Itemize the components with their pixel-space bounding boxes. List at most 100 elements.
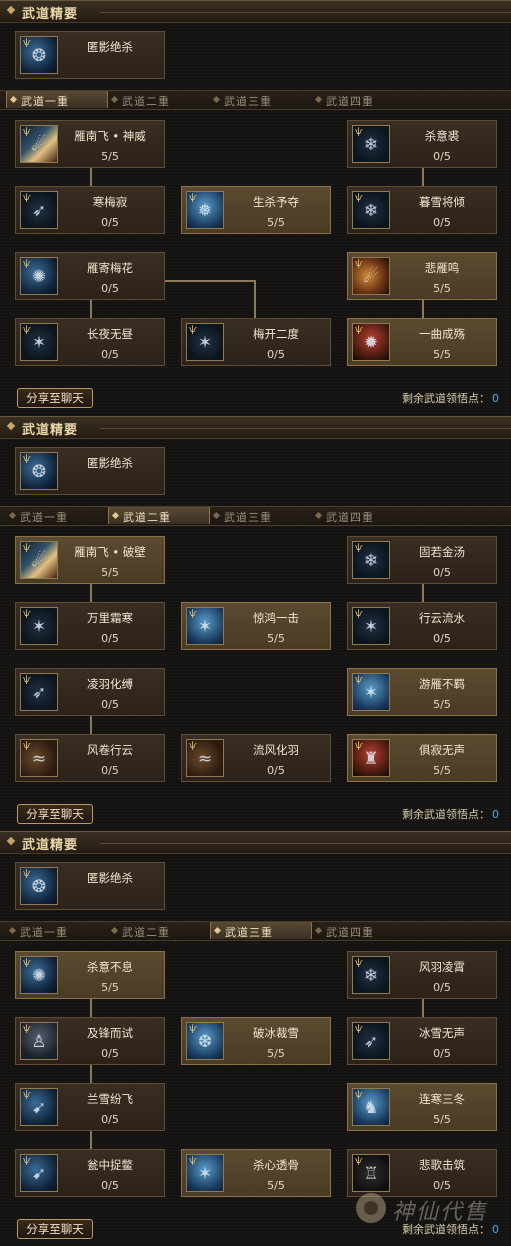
fire-comet-icon-glyph: ☄ [363,267,379,287]
skill-level: 5/5 [433,698,451,711]
skill-panel: 武道精要 ѱ ❂ 匿影绝杀 武道一重 武道二重 武道三重 武道四重 ѱ ☄ 雁南飞 • 神威 5/5 ѱ… [0,0,511,415]
skill-card[interactable]: ѱ ❄ 固若金汤 0/5 [347,536,497,584]
share-to-chat-button[interactable]: 分享至聊天 [17,1219,93,1239]
skill-name: 悲雁鸣 [424,261,460,275]
tab-tier-4[interactable]: 武道四重 [312,91,412,108]
skill-card[interactable]: ѱ ☄ 雁南飞 • 神威 5/5 [15,120,165,168]
tab-label: 武道四重 [326,926,374,939]
frost-wolf-icon: ѱ ❄ [352,191,390,229]
section-header: 武道精要 [0,416,511,439]
tab-tier-2[interactable]: 武道二重 [108,91,208,108]
skill-card[interactable]: ѱ ✺ 杀意不息 5/5 [15,951,165,999]
tab-tier-2[interactable]: 武道二重 [108,922,208,939]
ice-golem-icon-glyph: ♞ [363,1098,379,1118]
skill-card[interactable]: ѱ ➹ 兰雪纷飞 0/5 [15,1083,165,1131]
skill-card[interactable]: ѱ ➹ 瓮中捉鳖 0/5 [15,1149,165,1197]
skill-card[interactable]: ѱ ♙ 及锋而试 0/5 [15,1017,165,1065]
connector-line [422,300,424,318]
whirlwind-icon: ѱ ≈ [20,739,58,777]
skill-card[interactable]: ѱ ✶ 游雁不羁 5/5 [347,668,497,716]
skill-card[interactable]: ѱ ✶ 行云流水 0/5 [347,602,497,650]
feather-icon-glyph: ➶ [363,1032,379,1052]
share-to-chat-button[interactable]: 分享至聊天 [17,804,93,824]
skill-panel: 武道精要 ѱ ❂ 匿影绝杀武道一重 武道二重 武道三重 武道四重 ѱ ✺ 杀意不息 5/5 ѱ ❄ 风羽凌… [0,831,511,1246]
skill-card[interactable]: ѱ ✶ 万里霜寒 0/5 [15,602,165,650]
skill-card[interactable]: ѱ ☄ 悲雁鸣 5/5 [347,252,497,300]
ice-claw-icon: ѱ ✶ [352,673,390,711]
skill-level: 0/5 [433,150,451,163]
skill-name: 俱寂无声 [419,743,465,757]
skill-name: 行云流水 [419,611,465,625]
skill-card[interactable]: ѱ ❄ 风羽凌霄 0/5 [347,951,497,999]
connector-line [90,716,92,734]
essence-icon: ѱ ❂ [20,36,58,74]
tab-diamond-icon [314,926,323,935]
tab-tier-2[interactable]: 武道二重 [108,507,210,524]
skill-card[interactable]: ѱ ✶ 杀心透骨 5/5 [181,1149,331,1197]
section-title: 武道精要 [22,838,79,853]
essence-card[interactable]: ѱ ❂ 匿影绝杀 [15,447,165,495]
skill-card[interactable]: ѱ ≈ 风卷行云 0/5 [15,734,165,782]
frost-wolf-icon-glyph: ❄ [363,551,379,571]
skill-card[interactable]: ѱ ➶ 冰雪无声 0/5 [347,1017,497,1065]
skill-card[interactable]: ѱ ❄ 暮雪将倾 0/5 [347,186,497,234]
essence-name: 匿影绝杀 [87,456,133,470]
tab-label: 武道二重 [122,926,170,939]
skill-level: 0/5 [101,282,119,295]
share-to-chat-button[interactable]: 分享至聊天 [17,388,93,408]
tab-tier-3[interactable]: 武道三重 [210,922,312,939]
skill-card[interactable]: ѱ ❆ 破冰裁雪 5/5 [181,1017,331,1065]
tab-tier-1[interactable]: 武道一重 [6,922,106,939]
essence-card[interactable]: ѱ ❂ 匿影绝杀 [15,862,165,910]
skill-name: 雁南飞 • 破壁 [74,545,146,559]
skill-name: 一曲成殇 [419,327,465,341]
tab-diamond-icon [110,926,119,935]
essence-icon-glyph: ❂ [31,46,47,66]
watermark: 神仙代售 [356,1191,506,1231]
tab-tier-4[interactable]: 武道四重 [312,507,412,524]
tab-tier-3[interactable]: 武道三重 [210,507,310,524]
tab-diamond-icon [111,511,120,520]
frost-wolf-icon-glyph: ❄ [363,966,379,986]
skill-card[interactable]: ѱ ❄ 杀意裘 0/5 [347,120,497,168]
feather-icon: ѱ ➶ [20,673,58,711]
skill-card[interactable]: ѱ ✶ 长夜无昼 0/5 [15,318,165,366]
skill-card[interactable]: ѱ ☄ 雁南飞 • 破壁 5/5 [15,536,165,584]
essence-card[interactable]: ѱ ❂ 匿影绝杀 [15,31,165,79]
skill-card[interactable]: ѱ ♖ 悲歌击筑 0/5 [347,1149,497,1197]
skill-card[interactable]: ѱ ❅ 生杀予夺 5/5 [181,186,331,234]
skill-card[interactable]: ѱ ✶ 梅开二度 0/5 [181,318,331,366]
skill-card[interactable]: ѱ ➶ 凌羽化缚 0/5 [15,668,165,716]
skill-card[interactable]: ѱ ♜ 俱寂无声 5/5 [347,734,497,782]
skill-level: 5/5 [267,632,285,645]
connector-line [90,1131,92,1149]
header-divider [100,428,511,429]
tab-tier-4[interactable]: 武道四重 [312,922,412,939]
tab-tier-3[interactable]: 武道三重 [210,91,310,108]
skill-card[interactable]: ѱ ♞ 连寒三冬 5/5 [347,1083,497,1131]
skill-level: 5/5 [433,348,451,361]
header-diamond-icon [6,836,16,846]
ice-claw-icon: ѱ ✶ [186,1154,224,1192]
skill-card[interactable]: ѱ ✶ 惊鸿一击 5/5 [181,602,331,650]
shark-blade-icon-glyph: ➹ [31,1098,47,1118]
skill-card[interactable]: ѱ ≈ 流风化羽 0/5 [181,734,331,782]
tab-tier-1[interactable]: 武道一重 [6,91,108,108]
skill-level: 0/5 [267,348,285,361]
tab-tier-1[interactable]: 武道一重 [6,507,106,524]
shark-blade-icon-glyph: ➹ [31,1164,47,1184]
blood-burst-icon-glyph: ✹ [363,333,379,353]
skill-level: 0/5 [101,1179,119,1192]
skill-card[interactable]: ѱ ✹ 一曲成殇 5/5 [347,318,497,366]
blood-burst-icon: ѱ ✹ [352,323,390,361]
tier-tabs: 武道一重 武道二重 武道三重 武道四重 [0,90,511,110]
skill-card[interactable]: ѱ ✺ 雁寄梅花 0/5 [15,252,165,300]
essence-icon: ѱ ❂ [20,867,58,905]
blade-swirl-icon: ѱ ✺ [20,257,58,295]
ice-shard-icon: ѱ ❅ [186,191,224,229]
fire-comet-icon: ѱ ☄ [352,257,390,295]
tab-label: 武道二重 [122,95,170,108]
frost-wolf-icon: ѱ ❄ [352,956,390,994]
skill-card[interactable]: ѱ ➶ 寒梅寂 0/5 [15,186,165,234]
remaining-points-label: 剩余武道领悟点： [402,808,490,821]
